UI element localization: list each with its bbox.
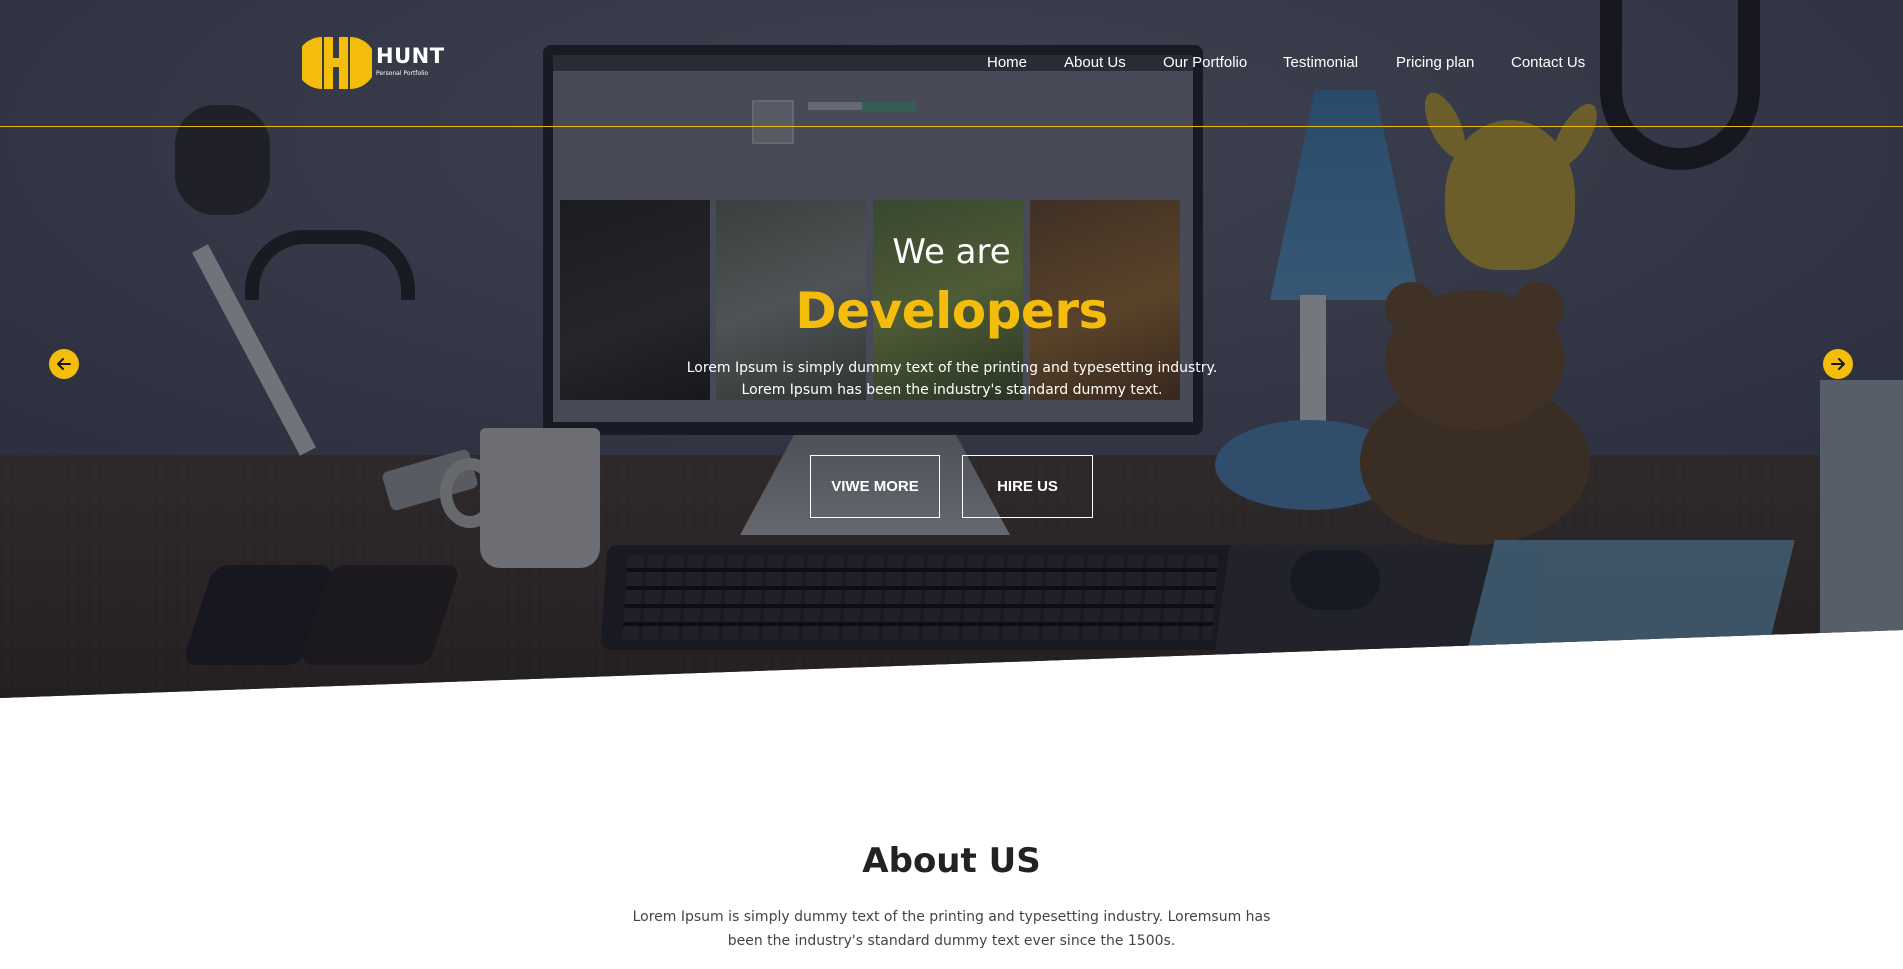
arrow-left-icon: [57, 358, 71, 370]
header-divider: [0, 126, 1903, 127]
about-title: About US: [862, 841, 1041, 881]
hero-headline: Developers: [795, 282, 1108, 340]
hero-dark-overlay: [0, 0, 1903, 698]
about-description: Lorem Ipsum is simply dummy text of the …: [632, 909, 1271, 949]
hire-us-button[interactable]: HIRE US: [962, 455, 1093, 518]
slider-prev-button[interactable]: [49, 349, 79, 379]
nav-item-contact-us[interactable]: Contact Us: [1511, 53, 1585, 73]
nav-item-about-us[interactable]: About Us: [1064, 53, 1126, 73]
nav-item-our-portfolio[interactable]: Our Portfolio: [1163, 53, 1247, 73]
nav-item-pricing-plan[interactable]: Pricing plan: [1396, 53, 1474, 73]
hero-kicker: We are: [892, 232, 1011, 272]
view-more-button[interactable]: VIWE MORE: [810, 455, 940, 518]
nav-item-testimonial[interactable]: Testimonial: [1283, 53, 1358, 73]
main-nav: Home About Us Our Portfolio Testimonial …: [0, 53, 1903, 75]
arrow-right-icon: [1831, 358, 1845, 370]
hero-slider: [0, 0, 1903, 698]
hero-description: Lorem Ipsum is simply dummy text of the …: [686, 360, 1218, 398]
nav-item-home[interactable]: Home: [987, 53, 1027, 73]
slider-next-button[interactable]: [1823, 349, 1853, 379]
